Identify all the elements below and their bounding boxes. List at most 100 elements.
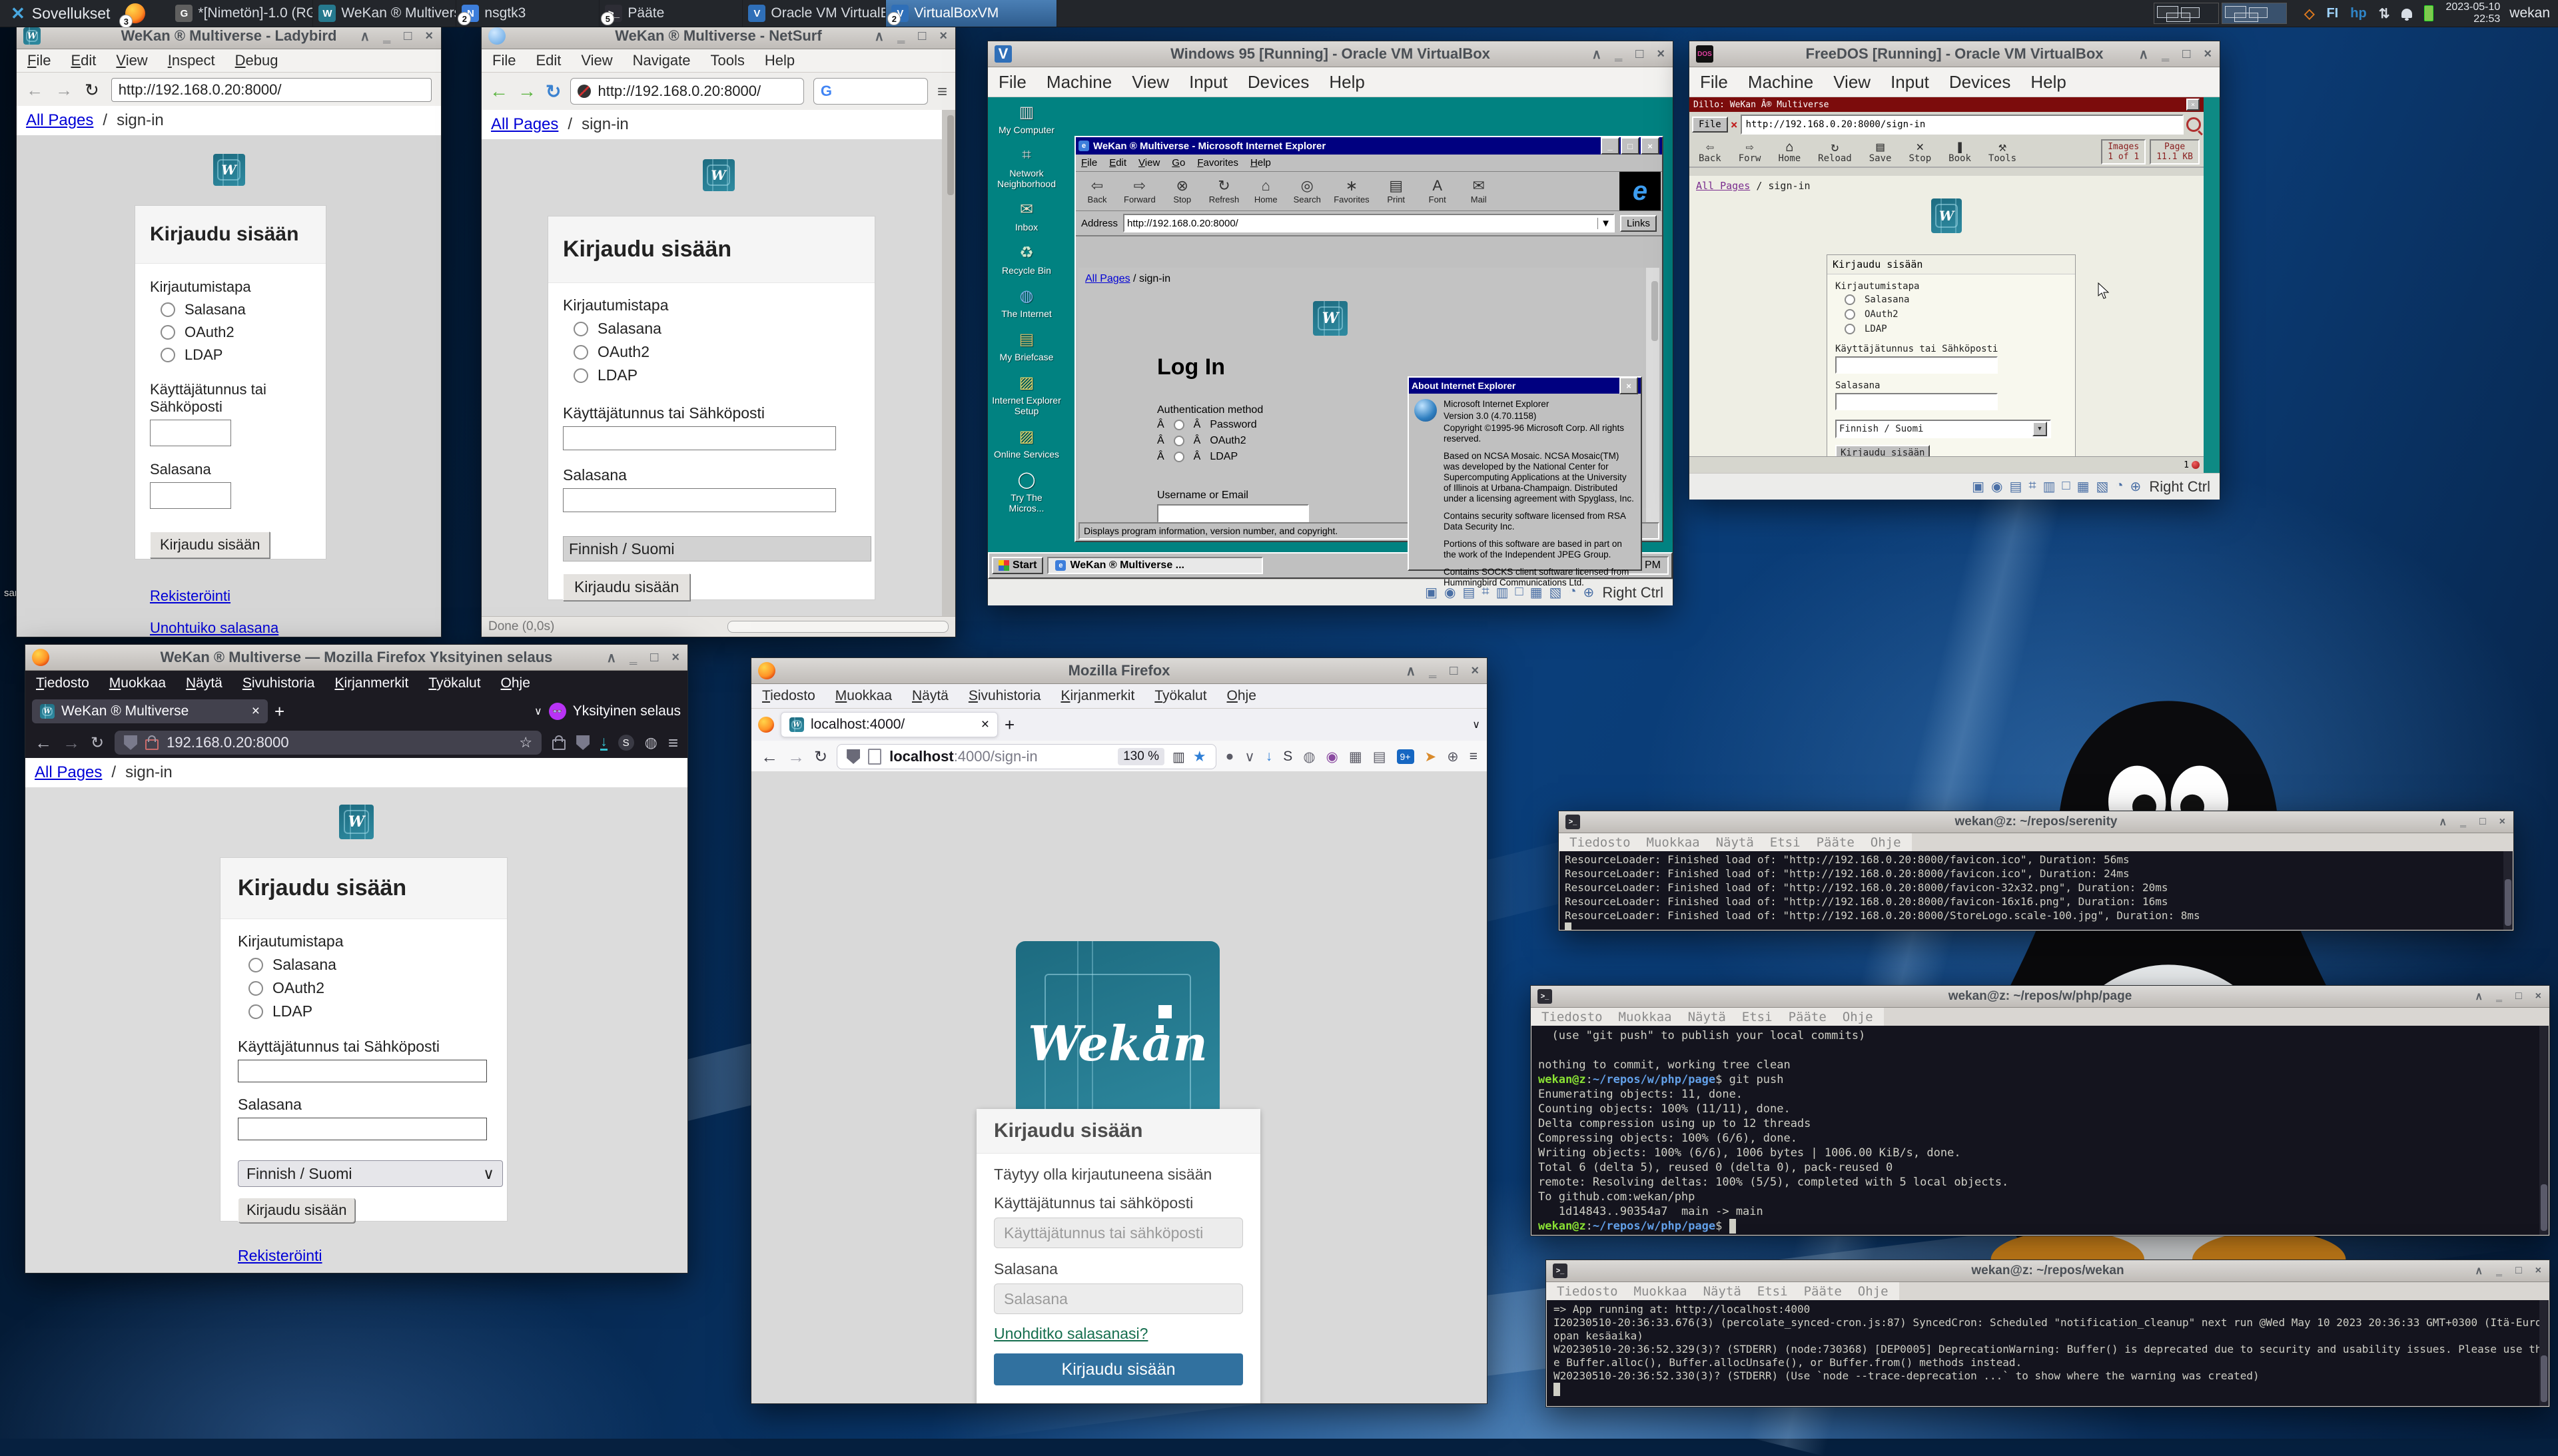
username-input[interactable] [238,1060,487,1082]
toolbar-button-tools[interactable]: ⚒Tools [1983,139,2022,165]
language-select[interactable]: Finnish / Suomi [563,536,871,561]
menu-item[interactable]: File [1081,157,1097,169]
terminal-scrollbar[interactable] [2539,1300,2549,1406]
terminal-output[interactable]: (use "git push" to publish your local co… [1531,1026,2549,1235]
terminal-menubar[interactable]: TiedostoMuokkaaNäytäEtsiPääteOhje [1546,1282,1899,1301]
menu-item[interactable]: Tools [711,52,745,69]
desktop-icon[interactable]: ▥My Computer [992,101,1061,135]
url-bar[interactable]: 192.168.0.20:8000 ☆ [115,731,542,755]
auth-method-radios[interactable]: SalasanaOAuth2LDAP [161,301,311,364]
menu-item[interactable]: View [1132,72,1169,93]
window-control-button[interactable]: × [1471,663,1479,679]
radio-option[interactable]: LDAP [1845,324,2067,334]
signin-button[interactable]: Kirjaudu sisään [563,573,690,601]
menu-item[interactable]: File [1700,72,1728,93]
reload-button[interactable]: ↻ [546,81,561,103]
menu-item[interactable]: Muokkaa [1634,1284,1687,1299]
horizontal-scrollbar[interactable] [727,621,949,633]
menu-item[interactable]: Muokkaa [835,688,892,704]
menu-item[interactable]: Työkalut [1154,688,1206,704]
vbox-titlebar[interactable]: V Windows 95 [Running] - Oracle VM Virtu… [988,41,1673,67]
url-bar[interactable]: localhost:4000/sign-in 130 % ▥ ★ [837,744,1216,769]
menu-item[interactable]: Machine [1047,72,1112,93]
network-icon[interactable]: ⇅ [2379,5,2390,22]
window-control-button[interactable]: □ [1621,137,1639,155]
dillo-toolbar[interactable]: ⇦Back⇨Forw⌂Home↻Reload▤Save×Stop❚Book⚒To… [1693,139,2097,165]
back-button[interactable]: ← [761,747,778,767]
back-button[interactable]: ← [35,733,52,753]
window-buttons[interactable]: ∧‗□× [607,645,679,670]
window-buttons[interactable]: ∧‗□× [2475,986,2541,1007]
menu-item[interactable]: Pääte [1789,1010,1827,1024]
vbox-device-icon[interactable]: ◉ [1991,478,2002,495]
menu-item[interactable]: File [492,52,516,69]
keyboard-layout-indicator[interactable]: FI [2326,6,2338,21]
lockwise-icon[interactable] [552,739,566,750]
window-buttons[interactable]: ∧‗□× [2475,1260,2541,1281]
ladybird-menubar[interactable]: FileEditViewInspectDebug [17,49,441,73]
breadcrumb-all-pages-link[interactable]: All Pages [1085,273,1130,284]
window-control-button[interactable]: × [2204,47,2212,62]
menu-item[interactable]: Edit [71,52,96,69]
protections-icon[interactable] [576,735,590,750]
radio-option[interactable]: Salasana [161,301,311,318]
taskbar-task-button[interactable]: e WeKan ® Multiverse ... [1047,557,1263,574]
menu-item[interactable]: Input [1891,72,1929,93]
dillo-stop-icon[interactable]: × [1731,118,1738,132]
tray-app-icon[interactable]: ◇ [2304,5,2314,22]
menu-item[interactable]: Devices [1949,72,2010,93]
menu-item[interactable]: Input [1189,72,1228,93]
terminal-output[interactable]: ResourceLoader: Finished load of: "http:… [1559,851,2513,930]
bookmark-star-icon[interactable]: ☆ [519,734,532,751]
window-control-button[interactable]: ‗ [2496,990,2502,1002]
window-control-button[interactable]: ‗ [897,29,905,44]
toolbar-button-stop[interactable]: ×Stop [1903,139,1936,165]
url-input[interactable]: http://192.168.0.20:8000/ [111,78,432,102]
dillo-url-input[interactable]: http://192.168.0.20:8000/sign-in [1741,115,2184,135]
menu-item[interactable]: Help [1250,157,1271,169]
account-icon[interactable]: ◍ [645,734,657,751]
menu-item[interactable]: Machine [1748,72,1813,93]
signin-button[interactable]: Kirjaudu sisään [994,1353,1243,1385]
menu-item[interactable]: Etsi [1757,1284,1788,1299]
forward-button[interactable]: → [787,747,805,767]
search-icon[interactable] [2186,117,2201,132]
vbox-device-icon[interactable]: ▦ [2077,478,2090,495]
toolbar-button-forward[interactable]: ⇨Forward [1124,178,1156,204]
menu-item[interactable]: Tiedosto [1569,835,1631,850]
menu-item[interactable]: Help [765,52,795,69]
new-tab-button[interactable]: + [274,701,284,722]
window-control-button[interactable]: × [425,29,433,44]
password-input[interactable] [238,1118,487,1140]
window-control-button[interactable]: □ [2515,1265,2522,1277]
toolbar-button-back[interactable]: ⇦Back [1693,139,1727,165]
auth-method-radios[interactable]: SalasanaOAuth2LDAP [1845,294,2067,334]
menu-item[interactable]: Tiedosto [36,675,89,691]
back-button[interactable]: ← [490,81,508,102]
toolbar-button-print[interactable]: ▤Print [1382,178,1411,204]
window-control-button[interactable]: × [2499,816,2505,828]
signin-button[interactable]: Kirjaudu sisään [238,1198,355,1223]
breadcrumb-all-pages-link[interactable]: All Pages [35,763,102,782]
vbox-titlebar[interactable]: DOS FreeDOS [Running] - Oracle VM Virtua… [1689,41,2220,67]
radio-option[interactable]: LDAP [161,346,311,364]
tab-localhost[interactable]: W localhost:4000/ × [781,712,998,737]
window-control-button[interactable]: □ [918,29,926,44]
desktop-icon[interactable]: ▤My Briefcase [992,328,1061,362]
window-control-button[interactable]: × [671,650,679,665]
toolbar-button-home[interactable]: ⌂Home [1251,178,1280,204]
menu-item[interactable]: Debug [235,52,278,69]
menu-item[interactable]: Etsi [1742,1010,1773,1024]
reload-button[interactable]: ↻ [814,747,827,767]
reader-mode-icon[interactable]: ▥ [1172,749,1185,765]
tab-wekan[interactable]: W WeKan ® Multiverse × [32,699,268,723]
password-input[interactable] [150,482,231,509]
ie-window-buttons[interactable]: _□× [1601,137,1659,155]
toolbar-icon[interactable]: ◉ [1326,749,1338,765]
toolbar-button-forw[interactable]: ⇨Forw [1733,139,1767,165]
firefox-menubar[interactable]: TiedostoMuokkaaNäytäSivuhistoriaKirjanme… [751,684,1487,709]
menu-item[interactable]: Pääte [1817,835,1855,850]
freedos-vm-screen[interactable]: Dillo: WeKan Â® Multiverse × File × http… [1689,97,2220,473]
desktop-icon[interactable]: ◯Try The Micros... [992,469,1061,514]
vbox-device-icon[interactable]: ▣ [1972,478,1984,495]
